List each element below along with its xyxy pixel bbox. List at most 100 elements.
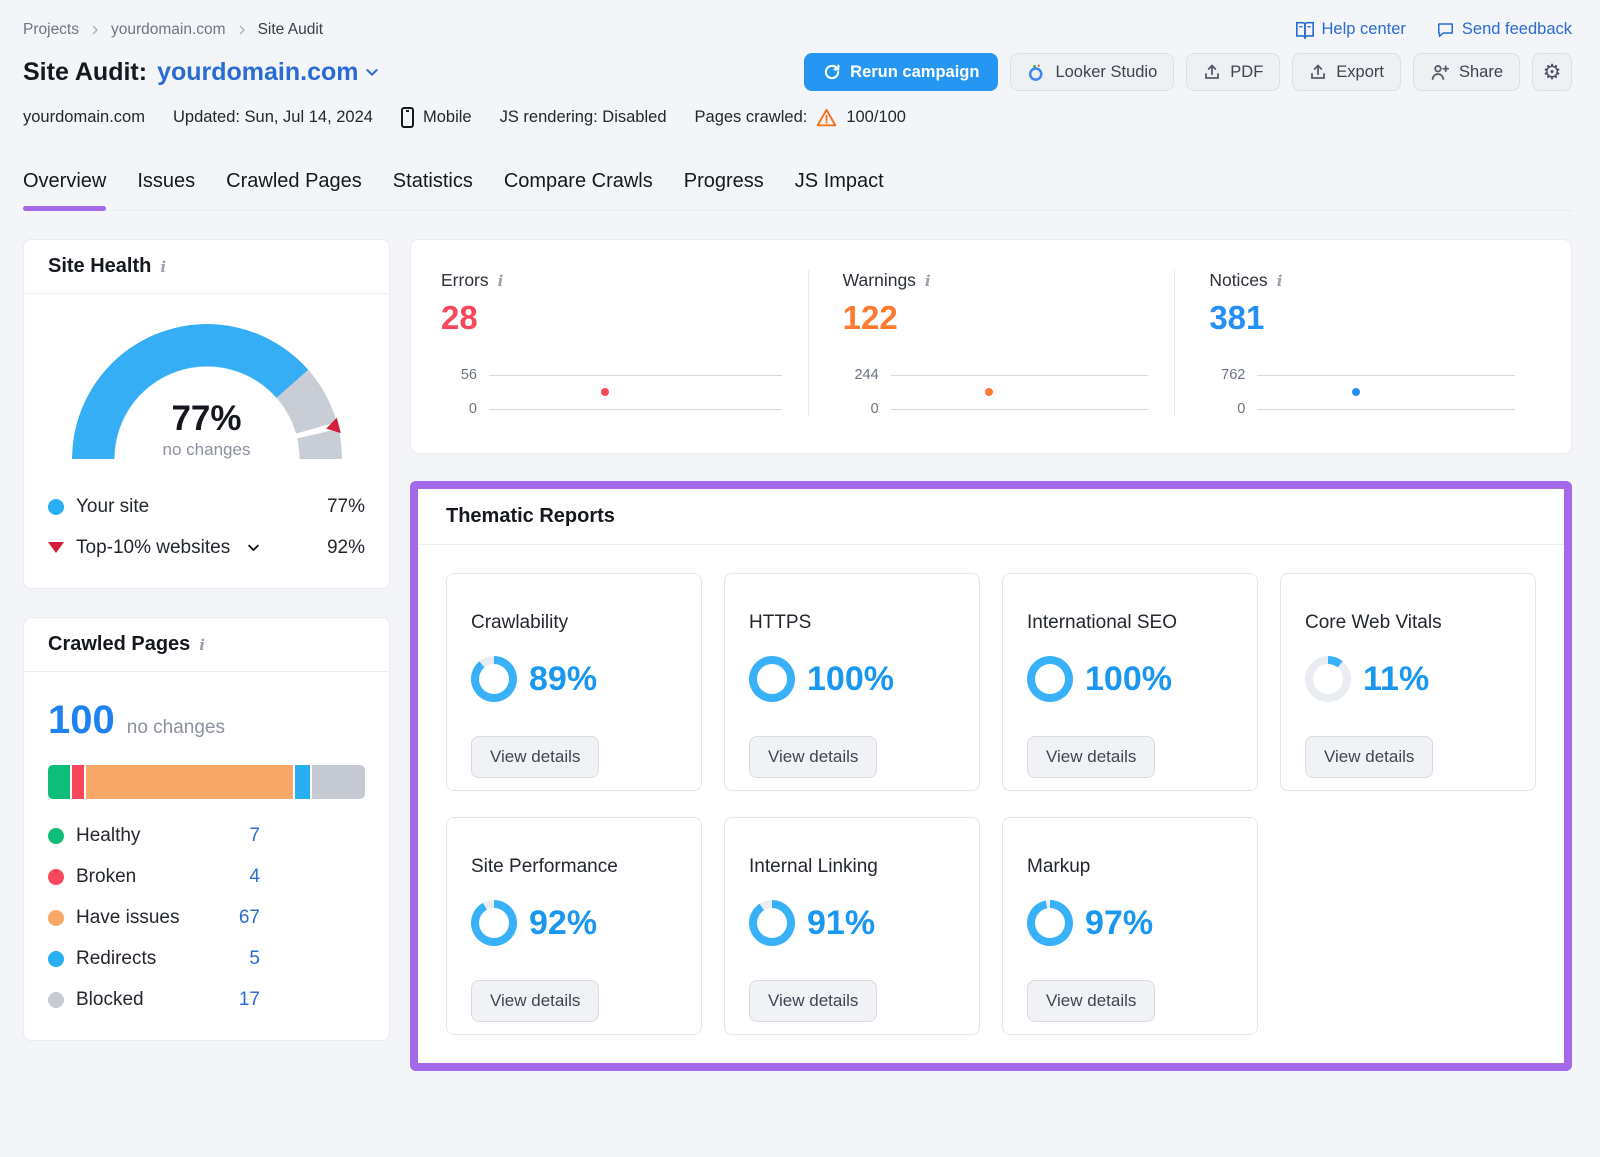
gray-dot-icon [48, 992, 64, 1008]
tab-js-impact[interactable]: JS Impact [795, 170, 884, 210]
thematic-reports-title: Thematic Reports [446, 505, 615, 527]
view-details-button[interactable]: View details [471, 980, 599, 1022]
blue-dot-icon [48, 499, 64, 515]
have-issues-count-link[interactable]: 67 [239, 907, 260, 929]
legend-redirects: Redirects 5 [48, 938, 260, 979]
progress-ring-icon [471, 656, 517, 702]
view-details-button[interactable]: View details [1027, 736, 1155, 778]
meta-device: Mobile [401, 107, 472, 128]
breadcrumb-domain[interactable]: yourdomain.com [111, 21, 226, 39]
legend-top10-websites: Top-10% websites 92% [48, 527, 365, 568]
view-details-button[interactable]: View details [471, 736, 599, 778]
pdf-button[interactable]: PDF [1186, 53, 1280, 91]
person-add-icon [1430, 63, 1450, 81]
export-button[interactable]: Export [1292, 53, 1401, 91]
errors-value[interactable]: 28 [441, 299, 782, 337]
errors-metric: Errorsi 28 56 0 [441, 270, 808, 417]
site-health-change: no changes [72, 440, 342, 460]
blocked-count-link[interactable]: 17 [239, 989, 260, 1011]
redirects-count-link[interactable]: 5 [249, 948, 260, 970]
site-health-card: Site Health i 77% no changes You [23, 239, 390, 589]
thematic-reports-section: Thematic Reports Crawlability 89% View d… [410, 481, 1572, 1071]
tab-overview[interactable]: Overview [23, 170, 106, 210]
warning-triangle-icon[interactable] [816, 108, 837, 127]
legend-healthy: Healthy 7 [48, 815, 260, 856]
orange-dot-icon [48, 910, 64, 926]
crawled-pages-change: no changes [127, 717, 225, 739]
data-point [985, 388, 993, 396]
campaign-selector[interactable]: yourdomain.com [157, 58, 380, 87]
breadcrumb-site-audit: Site Audit [258, 21, 324, 39]
crawlability-card: Crawlability 89% View details [446, 573, 702, 791]
page-title: Site Audit: [23, 58, 147, 87]
crawled-pages-total: 100 [48, 698, 115, 743]
settings-button[interactable]: ⚙ [1532, 53, 1572, 91]
green-dot-icon [48, 828, 64, 844]
data-point [1352, 388, 1360, 396]
red-dot-icon [48, 869, 64, 885]
info-icon[interactable]: i [1277, 272, 1283, 290]
tab-crawled-pages[interactable]: Crawled Pages [226, 170, 362, 210]
info-icon[interactable]: i [160, 258, 166, 276]
tab-compare-crawls[interactable]: Compare Crawls [504, 170, 653, 210]
speech-bubble-icon [1436, 21, 1455, 39]
blue-dot-icon [48, 951, 64, 967]
tab-progress[interactable]: Progress [684, 170, 764, 210]
share-button[interactable]: Share [1413, 53, 1520, 91]
healthy-count-link[interactable]: 7 [249, 825, 260, 847]
mobile-icon [401, 107, 414, 128]
view-details-button[interactable]: View details [1027, 980, 1155, 1022]
notices-metric: Noticesi 381 762 0 [1174, 270, 1541, 417]
crawled-pages-title: Crawled Pages [48, 633, 190, 656]
meta-js-rendering: JS rendering: Disabled [500, 108, 667, 127]
warnings-value[interactable]: 122 [843, 299, 1149, 337]
tab-issues[interactable]: Issues [137, 170, 195, 210]
warnings-metric: Warningsi 122 244 0 [808, 270, 1175, 417]
progress-ring-icon [1027, 900, 1073, 946]
warnings-sparkline: 244 0 [843, 367, 1149, 417]
upload-icon [1203, 63, 1221, 81]
send-feedback-link[interactable]: Send feedback [1436, 20, 1572, 39]
core-web-vitals-card: Core Web Vitals 11% View details [1280, 573, 1536, 791]
crawled-pages-card: Crawled Pages i 100 no changes [23, 617, 390, 1041]
view-details-button[interactable]: View details [1305, 736, 1433, 778]
chevron-right-icon [89, 24, 101, 36]
tab-statistics[interactable]: Statistics [393, 170, 473, 210]
markup-card: Markup 97% View details [1002, 817, 1258, 1035]
looker-studio-button[interactable]: Looker Studio [1010, 53, 1174, 91]
progress-ring-icon [749, 656, 795, 702]
info-icon[interactable]: i [498, 272, 504, 290]
site-audit-page: Projects yourdomain.com Site Audit Help … [0, 0, 1600, 1071]
site-health-gauge: 77% no changes [72, 324, 342, 460]
errors-sparkline: 56 0 [441, 367, 782, 417]
progress-ring-icon [1305, 656, 1351, 702]
site-performance-card: Site Performance 92% View details [446, 817, 702, 1035]
broken-count-link[interactable]: 4 [249, 866, 260, 888]
site-health-title: Site Health [48, 255, 151, 278]
help-center-link[interactable]: Help center [1295, 20, 1406, 39]
gear-icon: ⚙ [1543, 60, 1562, 85]
meta-updated: Updated: Sun, Jul 14, 2024 [173, 108, 373, 127]
legend-your-site: Your site 77% [48, 486, 365, 527]
info-icon[interactable]: i [925, 272, 931, 290]
legend-have-issues: Have issues 67 [48, 897, 260, 938]
view-details-button[interactable]: View details [749, 980, 877, 1022]
notices-value[interactable]: 381 [1209, 299, 1515, 337]
refresh-icon [823, 63, 841, 81]
data-point [601, 388, 609, 396]
progress-ring-icon [1027, 656, 1073, 702]
book-icon [1295, 21, 1315, 39]
rerun-campaign-button[interactable]: Rerun campaign [804, 53, 998, 91]
view-details-button[interactable]: View details [749, 736, 877, 778]
internal-linking-card: Internal Linking 91% View details [724, 817, 980, 1035]
report-tabs: Overview Issues Crawled Pages Statistics… [23, 170, 1572, 211]
issues-summary-card: Errorsi 28 56 0 Warningsi 122 244 0 [410, 239, 1572, 454]
chevron-down-icon[interactable] [246, 540, 261, 555]
crawled-pages-stacked-bar [48, 765, 365, 799]
info-icon[interactable]: i [199, 636, 205, 654]
https-card: HTTPS 100% View details [724, 573, 980, 791]
breadcrumb-projects[interactable]: Projects [23, 21, 79, 39]
chevron-right-icon [236, 24, 248, 36]
upload-icon [1309, 63, 1327, 81]
progress-ring-icon [749, 900, 795, 946]
